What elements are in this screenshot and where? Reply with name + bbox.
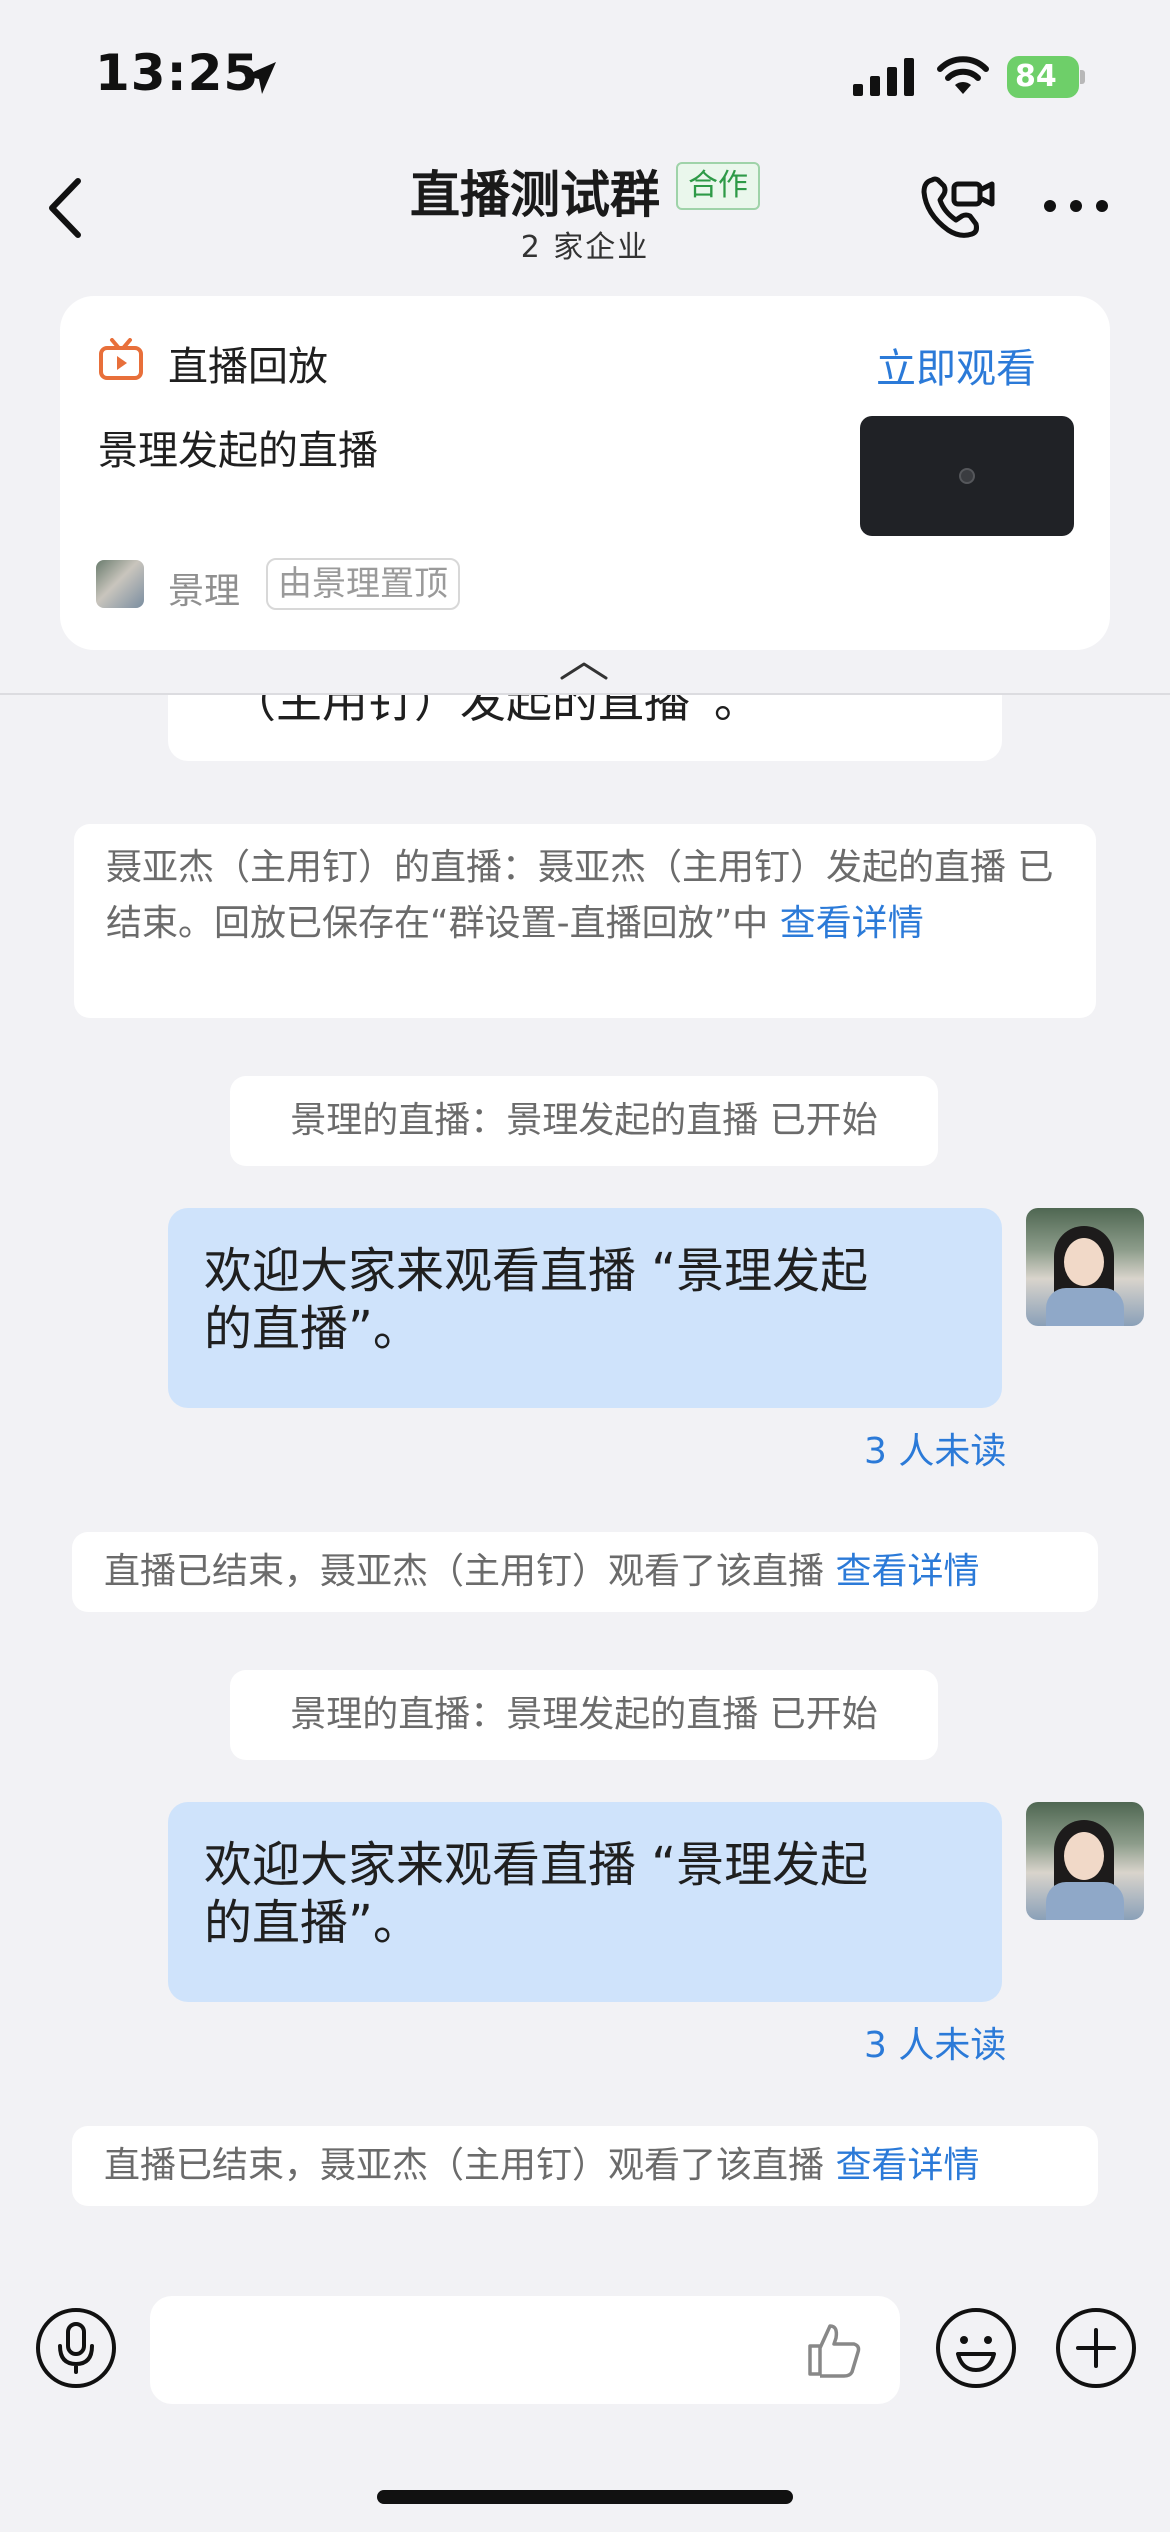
system-message-text: 直播已结束，聂亚杰（主用钉）观看了该直播 — [104, 1551, 836, 1592]
view-details-link[interactable]: 查看详情 — [780, 903, 924, 944]
avatar[interactable] — [1026, 1208, 1144, 1326]
microphone-icon[interactable] — [34, 2306, 118, 2390]
pinned-title: 景理发起的直播 — [98, 428, 378, 474]
system-message-text: 景理的直播：景理发起的直播 已开始 — [290, 1100, 878, 1141]
system-message: 景理的直播：景理发起的直播 已开始 — [230, 1076, 938, 1166]
pinned-label: 直播回放 — [168, 344, 328, 390]
cooperation-tag: 合作 — [676, 162, 760, 210]
more-icon[interactable] — [1040, 196, 1112, 216]
message-line: 欢迎大家来观看直播 “景理发起 — [204, 1837, 869, 1893]
system-message: 聂亚杰（主用钉）的直播：聂亚杰（主用钉）发起的直播 已结束。回放已保存在“群设置… — [74, 824, 1096, 1018]
chevron-up-icon[interactable] — [556, 660, 612, 682]
system-message-text: 景理的直播：景理发起的直播 已开始 — [290, 1694, 878, 1735]
view-details-link[interactable]: 查看详情 — [835, 1551, 979, 1592]
home-indicator — [377, 2490, 793, 2504]
battery-indicator: 84 — [1007, 56, 1085, 98]
system-message-text: 直播已结束，聂亚杰（主用钉）观看了该直播 — [104, 2145, 836, 2186]
tv-icon — [99, 338, 143, 380]
location-arrow-icon — [244, 62, 276, 94]
message-line: 的直播”。 — [204, 1301, 421, 1357]
live-thumbnail[interactable] — [860, 416, 1074, 536]
message-bubble[interactable]: 欢迎大家来观看直播 “景理发起 的直播”。 — [168, 1802, 1002, 2002]
thumbs-up-icon[interactable] — [802, 2320, 864, 2380]
message-line: 的直播”。 — [204, 1895, 421, 1951]
system-message: 直播已结束，聂亚杰（主用钉）观看了该直播 查看详情 — [72, 1532, 1098, 1612]
message-input[interactable] — [150, 2296, 900, 2404]
message-bubble[interactable]: 欢迎大家来观看直播 “景理发起 的直播”。 — [168, 1208, 1002, 1408]
cellular-signal-icon — [853, 58, 914, 96]
video-call-icon[interactable] — [918, 170, 996, 242]
emoji-icon[interactable] — [934, 2306, 1018, 2390]
status-time: 13:25 — [95, 44, 260, 102]
view-details-link[interactable]: 查看详情 — [835, 2145, 979, 2186]
avatar[interactable] — [1026, 1802, 1144, 1920]
unread-count[interactable]: 3 人未读 — [864, 1422, 1006, 1474]
avatar — [96, 560, 144, 608]
pinned-live-replay-card[interactable]: 直播回放 立即观看 景理发起的直播 景理 由景理置顶 — [60, 296, 1110, 650]
system-message: 景理的直播：景理发起的直播 已开始 — [230, 1670, 938, 1760]
unread-count[interactable]: 3 人未读 — [864, 2016, 1006, 2068]
wifi-icon — [937, 56, 989, 94]
pinned-user-name: 景理 — [168, 571, 241, 612]
battery-level: 84 — [1007, 56, 1079, 98]
system-message: 直播已结束，聂亚杰（主用钉）观看了该直播 查看详情 — [72, 2126, 1098, 2206]
message-line: 欢迎大家来观看直播 “景理发起 — [204, 1243, 869, 1299]
chat-title[interactable]: 直播测试群 — [410, 155, 660, 227]
message-text-partial: （主用钉）发起的直播”。 — [230, 695, 760, 728]
pinned-by-tag: 由景理置顶 — [266, 558, 460, 610]
watch-now-link[interactable]: 立即观看 — [876, 336, 1036, 394]
plus-icon[interactable] — [1054, 2306, 1138, 2390]
